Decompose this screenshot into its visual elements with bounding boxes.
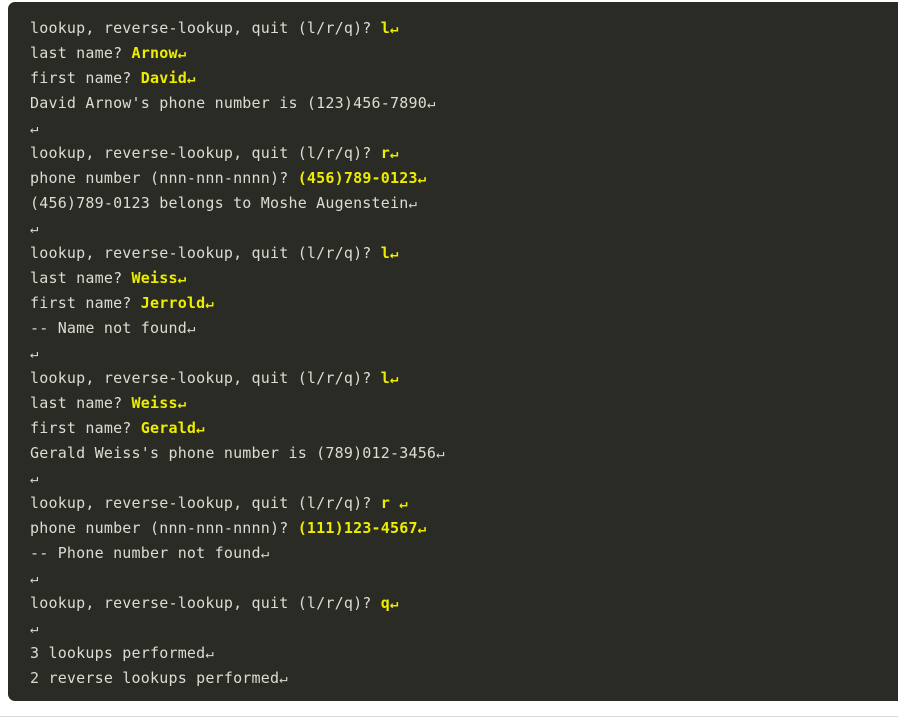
console-line: ↵: [8, 466, 898, 491]
return-glyph-icon: ↵: [177, 271, 187, 287]
user-input-text: David: [140, 69, 187, 87]
return-glyph-icon: ↵: [279, 671, 288, 687]
user-input-text: Jerrold: [140, 294, 206, 312]
return-glyph-icon: ↵: [390, 146, 399, 162]
console-line: 3 lookups performed↵: [8, 641, 898, 666]
console-line: ↵: [8, 566, 898, 591]
console-line: 2 reverse lookups performed↵: [8, 666, 898, 691]
return-glyph-icon: ↵: [399, 496, 408, 512]
console-line: David Arnow's phone number is (123)456-7…: [8, 91, 898, 116]
return-glyph-icon: ↵: [186, 321, 196, 337]
return-glyph-icon: ↵: [30, 621, 39, 637]
return-glyph-icon: ↵: [186, 71, 196, 87]
return-glyph-icon: ↵: [390, 246, 399, 262]
program-output-text: David Arnow's phone number is (123)456-7…: [30, 94, 427, 112]
program-output-text: -- Phone number not found: [30, 544, 261, 562]
program-output-text: phone number (nnn-nnn-nnnn)?: [30, 169, 298, 187]
console-line: last name? Arnow↵: [8, 41, 898, 66]
return-glyph-icon: ↵: [436, 446, 445, 462]
console-line: lookup, reverse-lookup, quit (l/r/q)? l↵: [8, 16, 898, 41]
console-line: phone number (nnn-nnn-nnnn)? (111)123-45…: [8, 516, 898, 541]
console-line: -- Phone number not found↵: [8, 541, 898, 566]
return-glyph-icon: ↵: [260, 546, 270, 562]
console-line: lookup, reverse-lookup, quit (l/r/q)? r↵: [8, 141, 898, 166]
return-glyph-icon: ↵: [30, 221, 39, 237]
console-line: -- Name not found↵: [8, 316, 898, 341]
return-glyph-icon: ↵: [177, 46, 187, 62]
program-output-text: first name?: [30, 294, 141, 312]
return-glyph-icon: ↵: [390, 21, 399, 37]
return-glyph-icon: ↵: [390, 371, 399, 387]
return-glyph-icon: ↵: [390, 596, 399, 612]
user-input-text: r: [380, 144, 391, 162]
console-line: last name? Weiss↵: [8, 391, 898, 416]
console-line: lookup, reverse-lookup, quit (l/r/q)? l↵: [8, 241, 898, 266]
console-line: lookup, reverse-lookup, quit (l/r/q)? r …: [8, 491, 898, 516]
user-input-text: Weiss: [131, 269, 178, 287]
return-glyph-icon: ↵: [30, 121, 39, 137]
console-line: last name? Weiss↵: [8, 266, 898, 291]
terminal-console-output[interactable]: lookup, reverse-lookup, quit (l/r/q)? l↵…: [8, 2, 898, 701]
program-output-text: -- Name not found: [30, 319, 187, 337]
program-output-text: first name?: [30, 419, 141, 437]
return-glyph-icon: ↵: [205, 646, 215, 662]
return-glyph-icon: ↵: [417, 521, 427, 537]
bottom-divider-rule: [0, 716, 898, 717]
user-input-text: l: [380, 369, 391, 387]
user-input-text: (111)123-4567: [297, 519, 418, 537]
console-line: lookup, reverse-lookup, quit (l/r/q)? l↵: [8, 366, 898, 391]
page-canvas: lookup, reverse-lookup, quit (l/r/q)? l↵…: [0, 0, 898, 725]
console-line: lookup, reverse-lookup, quit (l/r/q)? q↵: [8, 591, 898, 616]
user-input-text: l: [380, 19, 391, 37]
console-line: Gerald Weiss's phone number is (789)012-…: [8, 441, 898, 466]
return-glyph-icon: ↵: [30, 471, 39, 487]
user-input-text: r: [380, 494, 400, 512]
console-line: (456)789-0123 belongs to Moshe Augenstei…: [8, 191, 898, 216]
return-glyph-icon: ↵: [30, 346, 39, 362]
program-output-text: lookup, reverse-lookup, quit (l/r/q)?: [30, 594, 381, 612]
program-output-text: last name?: [30, 44, 132, 62]
program-output-text: 2 reverse lookups performed: [30, 669, 280, 687]
console-line: ↵: [8, 116, 898, 141]
return-glyph-icon: ↵: [417, 171, 427, 187]
program-output-text: lookup, reverse-lookup, quit (l/r/q)?: [30, 369, 381, 387]
user-input-text: l: [380, 244, 391, 262]
console-line: first name? Gerald↵: [8, 416, 898, 441]
program-output-text: lookup, reverse-lookup, quit (l/r/q)?: [30, 244, 381, 262]
program-output-text: lookup, reverse-lookup, quit (l/r/q)?: [30, 494, 381, 512]
console-line: first name? Jerrold↵: [8, 291, 898, 316]
program-output-text: 3 lookups performed: [30, 644, 206, 662]
program-output-text: lookup, reverse-lookup, quit (l/r/q)?: [30, 144, 381, 162]
return-glyph-icon: ↵: [408, 196, 418, 212]
console-line: ↵: [8, 616, 898, 641]
user-input-text: Arnow: [131, 44, 178, 62]
program-output-text: first name?: [30, 69, 141, 87]
console-line-list: lookup, reverse-lookup, quit (l/r/q)? l↵…: [8, 16, 898, 691]
console-line: ↵: [8, 341, 898, 366]
program-output-text: Gerald Weiss's phone number is (789)012-…: [30, 444, 437, 462]
return-glyph-icon: ↵: [196, 421, 205, 437]
program-output-text: last name?: [30, 269, 132, 287]
program-output-text: phone number (nnn-nnn-nnnn)?: [30, 519, 298, 537]
user-input-text: (456)789-0123: [297, 169, 418, 187]
console-line: first name? David↵: [8, 66, 898, 91]
user-input-text: Gerald: [140, 419, 197, 437]
program-output-text: (456)789-0123 belongs to Moshe Augenstei…: [30, 194, 409, 212]
console-line: phone number (nnn-nnn-nnnn)? (456)789-01…: [8, 166, 898, 191]
console-line: ↵: [8, 216, 898, 241]
return-glyph-icon: ↵: [426, 96, 436, 112]
return-glyph-icon: ↵: [177, 396, 187, 412]
user-input-text: q: [380, 594, 391, 612]
return-glyph-icon: ↵: [205, 296, 215, 312]
program-output-text: last name?: [30, 394, 132, 412]
return-glyph-icon: ↵: [30, 571, 39, 587]
program-output-text: lookup, reverse-lookup, quit (l/r/q)?: [30, 19, 381, 37]
user-input-text: Weiss: [131, 394, 178, 412]
